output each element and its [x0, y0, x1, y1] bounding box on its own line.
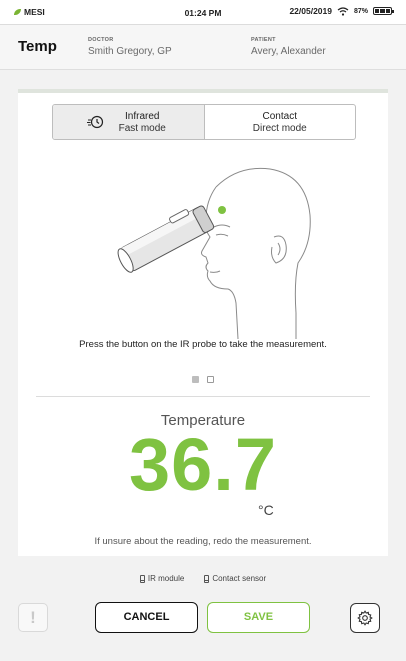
mode-contact-title: Contact	[262, 111, 297, 122]
status-right: 22/05/2019 87%	[289, 6, 394, 16]
alert-icon: !	[30, 608, 36, 627]
status-bar: MESI 01:24 PM 22/05/2019 87%	[0, 0, 406, 25]
advice-text: If unsure about the reading, redo the me…	[94, 536, 312, 547]
mode-infrared-title: Infrared	[125, 111, 160, 122]
patient-name: Avery, Alexander	[251, 46, 326, 57]
battery-percent: 87%	[353, 7, 368, 15]
sensor-status: IR module Contact sensor	[0, 574, 406, 583]
patient-info: PATIENT Avery, Alexander	[251, 37, 326, 57]
mode-toggle: Infrared Fast mode Contact Direct mode	[52, 104, 356, 140]
wifi-icon	[337, 6, 349, 16]
module-icon	[139, 574, 145, 583]
header: Temp DOCTOR Smith Gregory, GP PATIENT Av…	[0, 25, 406, 70]
mode-contact-subtitle: Direct mode	[252, 123, 307, 134]
gear-icon	[357, 610, 373, 626]
pager	[18, 376, 388, 383]
pager-dot[interactable]	[207, 376, 214, 383]
sensor-ir-module: IR module	[139, 574, 185, 583]
mode-infrared-button[interactable]: Infrared Fast mode	[53, 105, 205, 139]
measurement-card: Infrared Fast mode Contact Direct mode P…	[18, 89, 388, 556]
page-title: Temp	[18, 38, 57, 55]
cancel-button[interactable]: CANCEL	[95, 602, 198, 633]
instruction-text: Press the button on the IR probe to take…	[79, 339, 327, 350]
alert-button[interactable]: !	[18, 603, 48, 632]
divider	[36, 396, 370, 397]
sensor-contact-label: Contact sensor	[212, 574, 267, 583]
temperature-value: 36.7	[128, 423, 278, 506]
sensor-contact: Contact sensor	[204, 574, 266, 583]
doctor-info: DOCTOR Smith Gregory, GP	[88, 37, 172, 57]
status-date: 22/05/2019	[289, 6, 332, 16]
pager-dot-active[interactable]	[192, 376, 199, 383]
mode-contact-button[interactable]: Contact Direct mode	[205, 105, 356, 139]
ir-probe-forehead-illustration	[117, 167, 311, 340]
temperature-unit: °C	[258, 502, 274, 518]
battery-icon	[373, 7, 394, 15]
doctor-name: Smith Gregory, GP	[88, 46, 172, 57]
save-button[interactable]: SAVE	[207, 602, 310, 633]
settings-button[interactable]	[350, 603, 380, 633]
patient-label: PATIENT	[251, 37, 276, 43]
module-icon	[204, 574, 210, 583]
mode-infrared-subtitle: Fast mode	[118, 123, 166, 134]
doctor-label: DOCTOR	[88, 37, 114, 43]
sensor-ir-label: IR module	[147, 574, 185, 583]
